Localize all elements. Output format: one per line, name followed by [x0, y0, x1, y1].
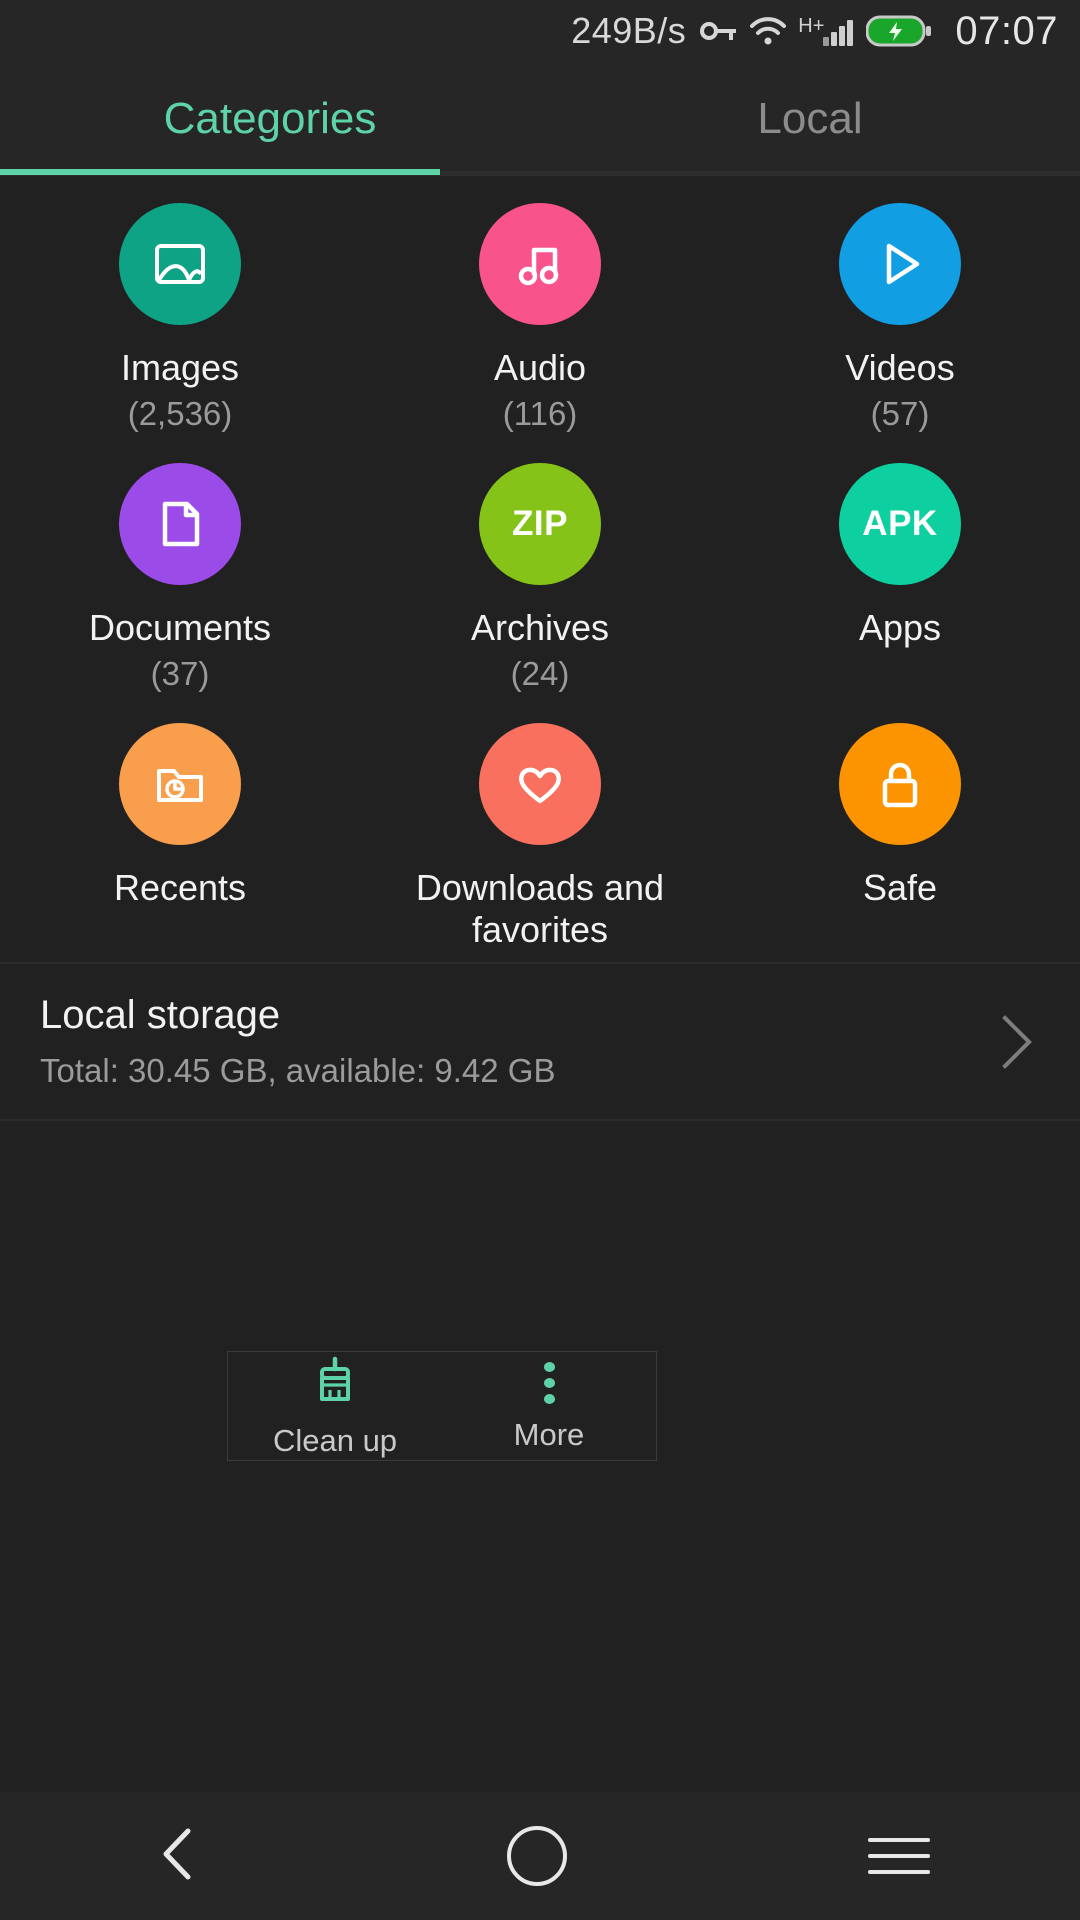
- category-count: (37): [150, 655, 210, 693]
- tab-local[interactable]: Local: [540, 62, 1080, 175]
- battery-charging-icon: [866, 14, 932, 48]
- divider-bottom: [0, 1119, 1080, 1121]
- category-label: Apps: [858, 607, 942, 648]
- category-item-documents[interactable]: Documents (37): [0, 443, 360, 703]
- network-speed-text: 249B/s: [571, 10, 687, 51]
- nav-back-button[interactable]: [150, 1823, 206, 1890]
- category-label: Safe: [862, 867, 938, 908]
- tab-local-label: Local: [757, 93, 863, 143]
- category-count: (2,536): [127, 395, 233, 433]
- local-storage-title: Local storage: [40, 993, 281, 1037]
- category-item-recents[interactable]: Recents: [0, 703, 360, 963]
- apk-badge-text: APK: [862, 504, 938, 543]
- status-bar: 249B/s H+ 07:07: [0, 0, 1080, 62]
- category-item-apps[interactable]: APK Apps: [720, 443, 1080, 703]
- clock-text: 07:07: [955, 8, 1058, 53]
- category-label: Archives: [470, 607, 610, 648]
- category-item-safe[interactable]: Safe: [720, 703, 1080, 963]
- category-item-images[interactable]: Images (2,536): [0, 183, 360, 443]
- category-label: Recents: [113, 867, 247, 908]
- chevron-right-icon: [978, 1014, 1032, 1069]
- category-count: (24): [510, 655, 570, 693]
- document-icon: [119, 463, 241, 585]
- tab-active-indicator: [0, 169, 440, 175]
- network-type-text: H+: [798, 15, 825, 37]
- nav-home-button[interactable]: [506, 1826, 567, 1886]
- tab-categories-label: Categories: [163, 93, 377, 143]
- category-label: Videos: [845, 347, 955, 388]
- signal-bars-icon: H+: [798, 16, 855, 46]
- lock-icon: [839, 723, 961, 845]
- category-label: Documents: [88, 607, 272, 648]
- category-item-audio[interactable]: Audio (116): [360, 183, 720, 443]
- category-item-downloads-and-favorites[interactable]: Downloads and favorites: [360, 703, 720, 963]
- broom-icon: [308, 1354, 362, 1413]
- heart-icon: [479, 723, 601, 845]
- local-storage-subtitle: Total: 30.45 GB, available: 9.42 GB: [40, 1052, 556, 1089]
- tab-bar: Categories Local: [0, 62, 1080, 175]
- category-label: Images: [120, 347, 240, 388]
- local-storage-text: Local storage Total: 30.45 GB, available…: [40, 993, 986, 1090]
- category-label: Downloads and favorites: [415, 867, 665, 951]
- zip-badge-text: ZIP: [512, 504, 568, 543]
- music-note-icon: [479, 203, 601, 325]
- category-item-videos[interactable]: Videos (57): [720, 183, 1080, 443]
- tab-categories[interactable]: Categories: [0, 62, 540, 175]
- category-label: Audio: [493, 347, 587, 388]
- clean-up-button[interactable]: Clean up: [228, 1352, 442, 1460]
- category-item-archives[interactable]: ZIP Archives (24): [360, 443, 720, 703]
- wifi-icon: [749, 16, 787, 46]
- nav-recents-button[interactable]: [867, 1838, 930, 1874]
- image-icon: [119, 203, 241, 325]
- zip-icon: ZIP: [479, 463, 601, 585]
- signal-strength-bars: [823, 16, 855, 46]
- category-grid: Images (2,536) Audio (116) Videos (57) D…: [0, 183, 1080, 963]
- more-label: More: [513, 1417, 585, 1452]
- key-icon: [700, 16, 738, 46]
- play-icon: [839, 203, 961, 325]
- category-count: (116): [502, 395, 578, 433]
- folder-clock-icon: [119, 723, 241, 845]
- local-storage-row[interactable]: Local storage Total: 30.45 GB, available…: [0, 964, 1080, 1119]
- bottom-action-bar: Clean up More: [227, 1351, 657, 1461]
- android-nav-bar: [0, 1792, 1080, 1920]
- clean-up-label: Clean up: [272, 1422, 398, 1458]
- category-count: (57): [870, 395, 930, 433]
- apk-icon: APK: [839, 463, 961, 585]
- more-button[interactable]: More: [442, 1352, 656, 1460]
- overflow-dots-icon: [543, 1359, 555, 1407]
- file-manager-screen: 249B/s H+ 07:07 Categories Local Images …: [0, 0, 1080, 1920]
